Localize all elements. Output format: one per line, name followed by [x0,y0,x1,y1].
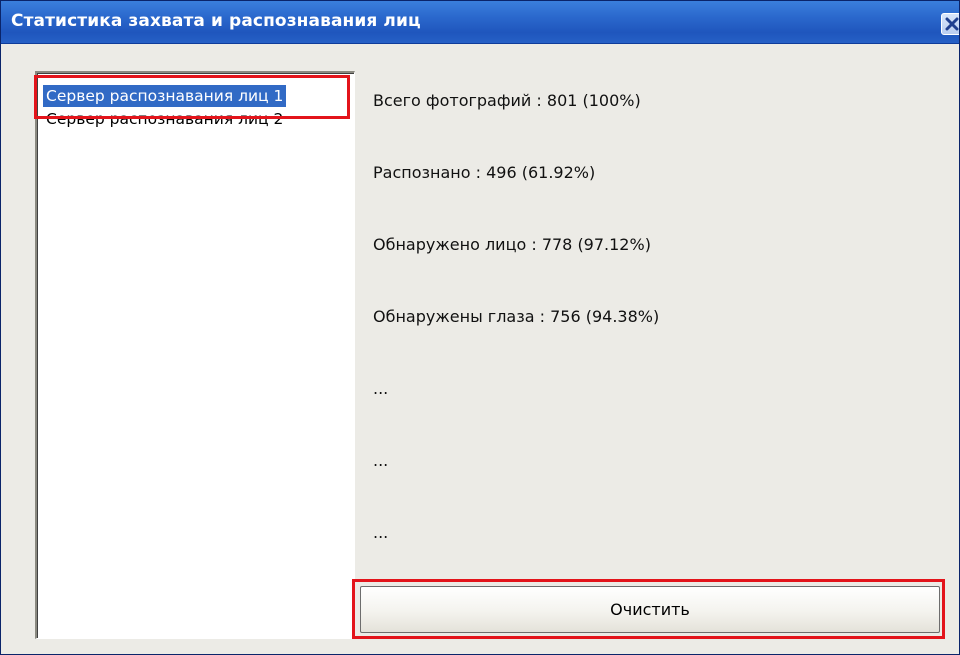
stat-ellipsis-2: ... [373,451,389,470]
close-icon [945,17,959,31]
stat-ellipsis-1: ... [373,379,389,398]
close-button[interactable] [941,13,959,35]
window-title: Статистика захвата и распознавания лиц [11,11,421,31]
server-list[interactable]: Сервер распознавания лиц 1 Сервер распоз… [35,71,355,639]
stat-ellipsis-3: ... [373,523,389,542]
stat-face-detected: Обнаружено лицо : 778 (97.12%) [373,235,651,254]
server-list-item-1[interactable]: Сервер распознавания лиц 1 [43,85,287,107]
server-list-item-2[interactable]: Сервер распознавания лиц 2 [43,108,286,130]
server-list-item-label: Сервер распознавания лиц 2 [46,110,284,128]
stat-recognized: Распознано : 496 (61.92%) [373,163,596,182]
server-list-item-label: Сервер распознавания лиц 1 [46,87,284,105]
stat-eyes-detected: Обнаружены глаза : 756 (94.38%) [373,307,660,326]
stat-total-photos: Всего фотографий : 801 (100%) [373,91,641,110]
title-bar[interactable]: Статистика захвата и распознавания лиц [1,1,959,44]
statistics-window: Статистика захвата и распознавания лиц С… [0,0,960,655]
clear-button[interactable]: Очистить [360,586,940,633]
